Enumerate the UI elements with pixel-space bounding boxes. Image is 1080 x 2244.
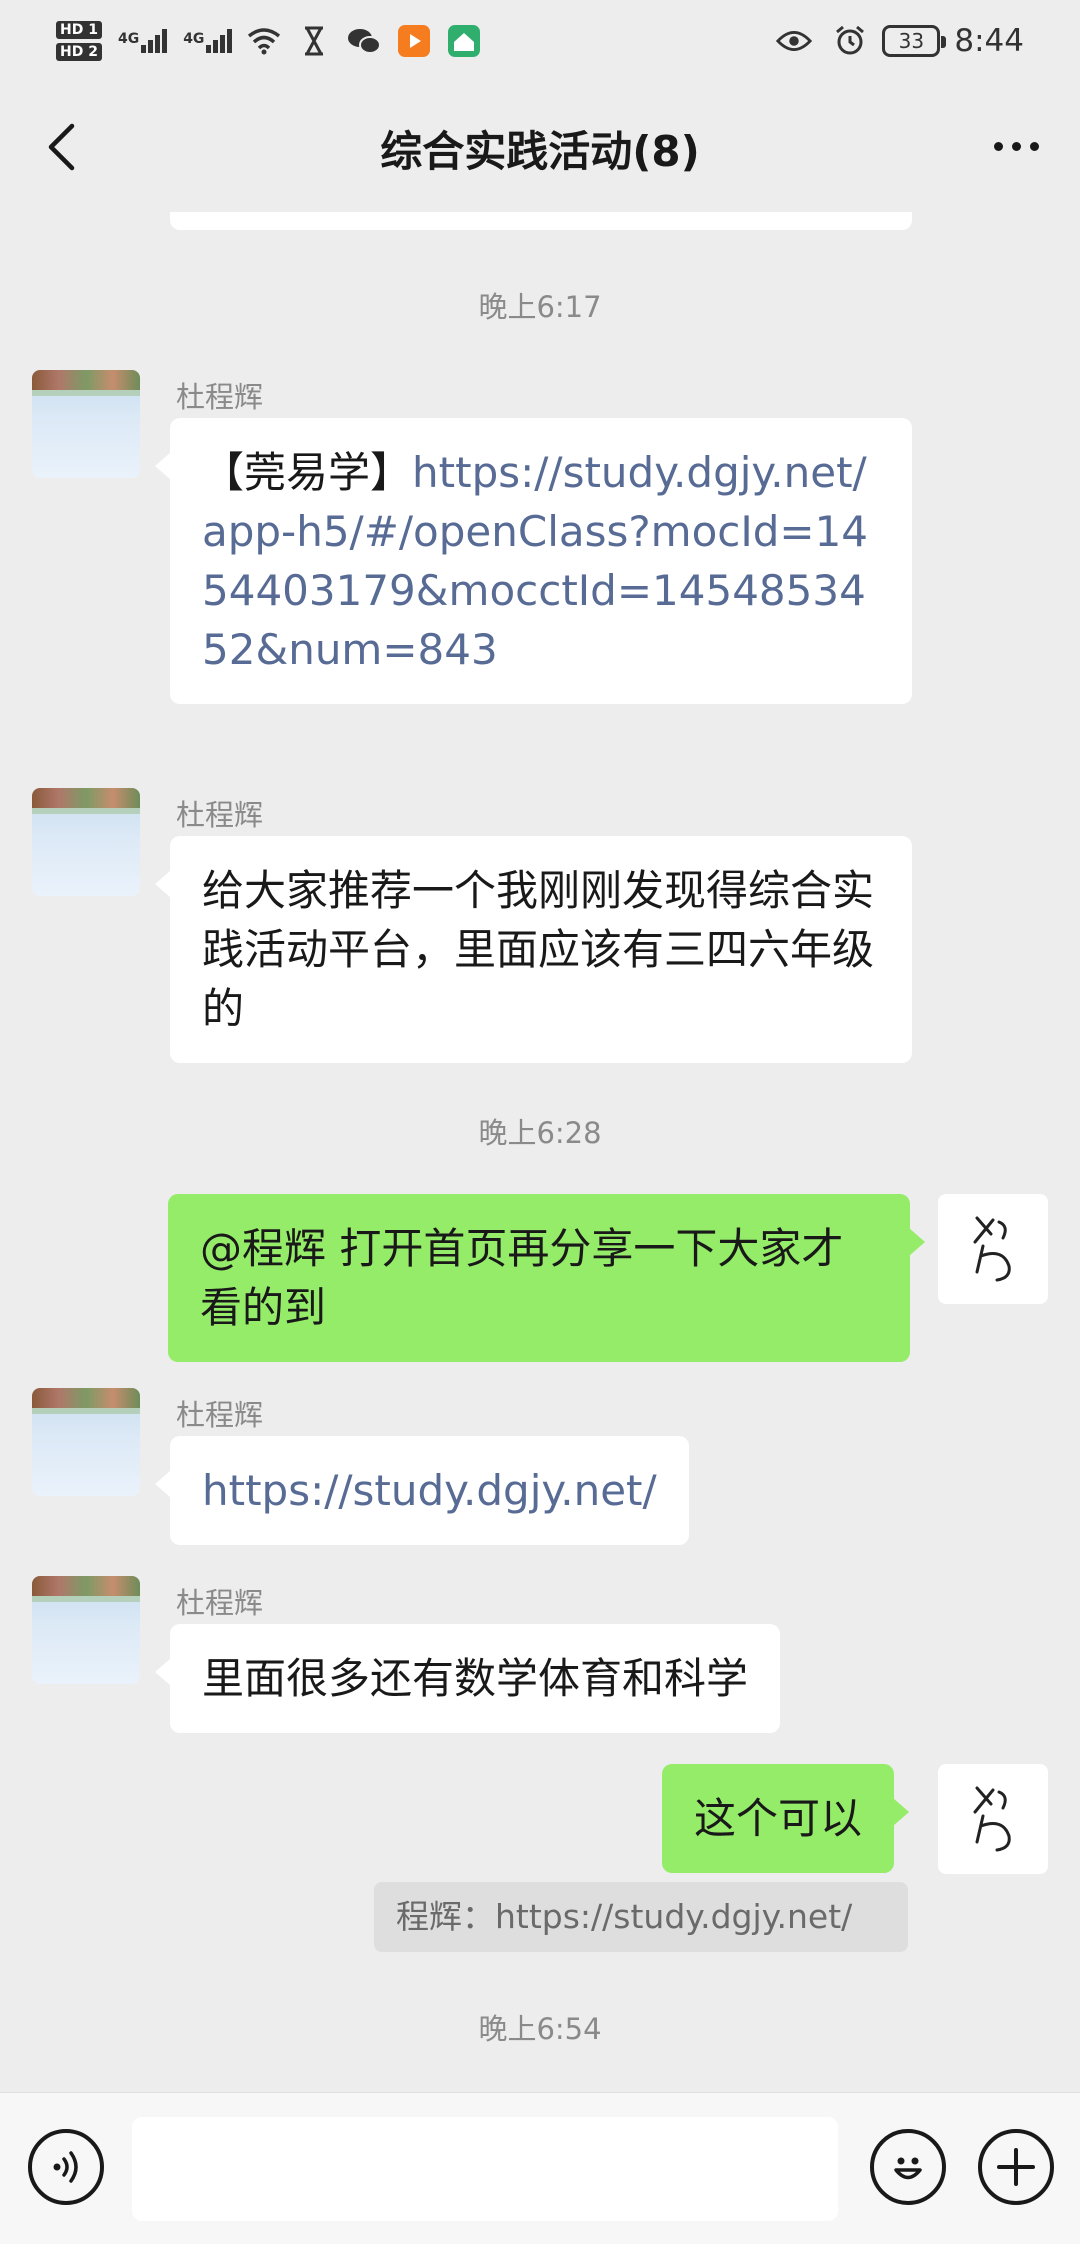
chevron-left-icon bbox=[48, 123, 75, 171]
previous-message-bubble bbox=[170, 212, 912, 230]
network-type-label: 4G bbox=[117, 31, 140, 47]
timestamp: 晚上6:17 bbox=[478, 290, 602, 324]
wechat-group-chat-screen: HD 1 HD 2 4G 4G 33 8:44 综合实践活动(8) 晚上6:17… bbox=[0, 0, 1080, 2244]
status-bar: HD 1 HD 2 4G 4G 33 8:44 bbox=[0, 0, 1080, 82]
plus-icon bbox=[997, 2148, 1035, 2186]
status-time: 8:44 bbox=[954, 23, 1024, 59]
avatar[interactable] bbox=[32, 1388, 140, 1496]
sender-name: 杜程辉 bbox=[176, 1586, 264, 1620]
video-app-icon bbox=[396, 23, 432, 59]
message-text: 这个可以 bbox=[694, 1794, 863, 1843]
message-text: 给大家推荐一个我刚刚发现得综合实践活动平台，里面应该有三四六年级的 bbox=[202, 866, 875, 1033]
message-text: 【莞易学】 bbox=[202, 448, 413, 497]
voice-icon bbox=[53, 2151, 78, 2183]
emoji-icon bbox=[894, 2157, 922, 2180]
hourglass-icon bbox=[296, 23, 332, 59]
signal-icon: 4G bbox=[117, 29, 168, 53]
avatar[interactable] bbox=[32, 370, 140, 478]
signature-avatar-icon bbox=[973, 1786, 1011, 1852]
signature-avatar-icon bbox=[973, 1216, 1011, 1282]
message-text: 里面很多还有数学体育和科学 bbox=[202, 1654, 749, 1703]
home-app-icon bbox=[446, 23, 482, 59]
signal-icon: 4G bbox=[183, 29, 233, 53]
message-input[interactable] bbox=[132, 2117, 838, 2221]
message-bubble[interactable]: @程辉 打开首页再分享一下大家才看的到 bbox=[168, 1194, 925, 1362]
message-text: @程辉 打开首页再分享一下大家才看的到 bbox=[200, 1224, 844, 1332]
my-avatar[interactable] bbox=[938, 1194, 1048, 1304]
sim-labels: HD 1 HD 2 bbox=[56, 21, 102, 61]
message-bubble[interactable]: 给大家推荐一个我刚刚发现得综合实践活动平台，里面应该有三四六年级的 bbox=[155, 836, 912, 1063]
message-bubble[interactable]: https://study.dgjy.net/ bbox=[155, 1436, 689, 1545]
message-bubble[interactable]: 这个可以 bbox=[662, 1764, 910, 1873]
more-features-button[interactable] bbox=[978, 2129, 1054, 2205]
more-dots-icon bbox=[993, 141, 1003, 151]
quoted-message[interactable]: 程辉：https://study.dgjy.net/ bbox=[374, 1882, 908, 1952]
chat-header: 综合实践活动(8) bbox=[0, 82, 1080, 212]
my-avatar[interactable] bbox=[938, 1764, 1048, 1874]
voice-button[interactable] bbox=[28, 2129, 104, 2205]
more-button[interactable] bbox=[980, 116, 1052, 176]
eye-icon bbox=[776, 23, 813, 59]
sender-name: 杜程辉 bbox=[176, 798, 264, 832]
avatar[interactable] bbox=[32, 1576, 140, 1684]
chat-title: 综合实践活动(8) bbox=[380, 127, 700, 176]
message-bubble[interactable]: 里面很多还有数学体育和科学 bbox=[154, 1624, 781, 1733]
timestamp: 晚上6:54 bbox=[478, 2012, 602, 2046]
status-right: 33 8:44 bbox=[770, 10, 1024, 72]
message-list[interactable]: 晚上6:17 杜程辉 【莞易学】https://study.dgjy.net/a… bbox=[0, 212, 1080, 2092]
sender-name: 杜程辉 bbox=[176, 1398, 264, 1432]
avatar[interactable] bbox=[32, 788, 140, 896]
alarm-icon bbox=[832, 23, 868, 59]
battery-icon: 33 bbox=[882, 25, 947, 57]
emoji-button[interactable] bbox=[870, 2129, 946, 2205]
wifi-icon bbox=[246, 23, 282, 59]
sim1-label: HD 1 bbox=[56, 21, 102, 39]
network-type-label: 4G bbox=[183, 31, 205, 47]
back-button[interactable] bbox=[26, 112, 96, 182]
battery-level: 33 bbox=[898, 29, 925, 53]
message-bubble[interactable]: 【莞易学】https://study.dgjy.net/app-h5/#/ope… bbox=[155, 418, 912, 704]
message-link[interactable]: https://study.dgjy.net/ bbox=[202, 1466, 657, 1515]
sender-name: 杜程辉 bbox=[176, 380, 264, 414]
wechat-icon bbox=[346, 23, 382, 59]
sim2-label: HD 2 bbox=[56, 43, 102, 61]
status-left: HD 1 HD 2 4G 4G bbox=[56, 10, 482, 72]
timestamp: 晚上6:28 bbox=[478, 1116, 602, 1150]
input-bar bbox=[0, 2092, 1080, 2244]
